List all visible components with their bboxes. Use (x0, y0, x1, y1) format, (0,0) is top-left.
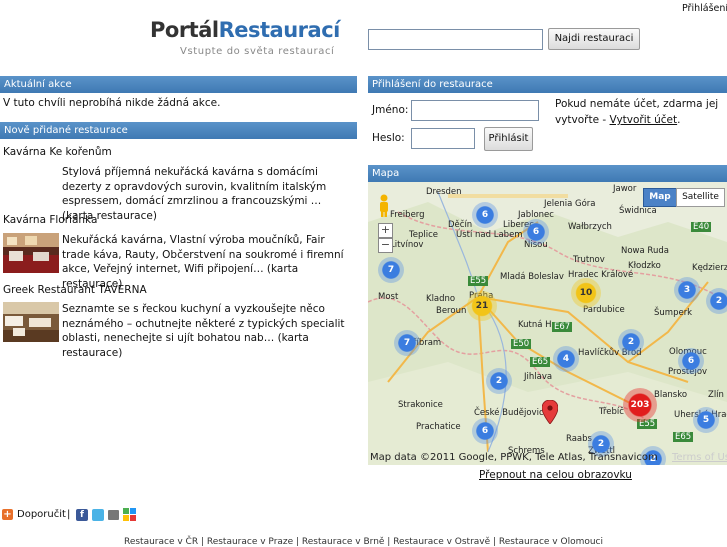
facebook-icon[interactable]: f (76, 509, 88, 521)
map-cluster-marker[interactable]: 6 (523, 219, 549, 245)
map-city-label: Prachatice (416, 422, 461, 432)
map-type-satellite-button[interactable]: Satellite (676, 188, 725, 207)
recommend-icon[interactable]: + (2, 509, 13, 520)
print-icon[interactable] (108, 510, 119, 520)
map-city-label: Zlín (708, 390, 724, 400)
map-cluster-marker[interactable]: 2 (618, 329, 644, 355)
map-city-label: Jawor (613, 184, 637, 194)
map-city-label: Świdnica (619, 206, 657, 216)
create-account-link[interactable]: Vytvořit účet (610, 114, 678, 126)
map-road-label: E55 (468, 276, 489, 286)
recommend-link[interactable]: Doporučit (17, 509, 66, 520)
map-city-label: Wałbrzych (568, 222, 612, 232)
twitter-icon[interactable] (92, 509, 104, 521)
map-cluster-marker[interactable]: 203 (623, 388, 657, 422)
map-city-label: Dresden (426, 187, 462, 197)
map-attribution: Map data ©2011 Google, PPWK, Tele Atlas,… (370, 452, 658, 463)
username-input[interactable] (411, 100, 539, 121)
footer-city-links[interactable]: Restaurace v ČR | Restaurace v Praze | R… (0, 537, 727, 547)
name-label: Jméno: (372, 104, 409, 116)
bookmark-icon[interactable] (123, 508, 137, 521)
map-pin-icon[interactable] (542, 400, 558, 424)
map-city-label: Hradec Králové (568, 270, 634, 280)
zoom-out-icon[interactable]: − (378, 238, 393, 253)
logo-text-part2: Restaurací (218, 18, 341, 42)
footer-separator: | (67, 509, 71, 520)
map-city-label: Jihlava (524, 372, 553, 382)
map-canvas[interactable]: Dresden Jelenia Góra Jawor Wałbrzych Świ… (368, 182, 727, 465)
login-header: Přihlášení do restaurace (368, 76, 727, 93)
map-city-label: Mladá Boleslav (500, 272, 564, 282)
fullscreen-link[interactable]: Přepnout na celou obrazovku (479, 469, 632, 481)
search-input[interactable] (368, 29, 543, 50)
password-label: Heslo: (372, 132, 405, 144)
register-info: Pokud nemáte účet, zdarma jej vytvořte -… (555, 96, 725, 128)
password-input[interactable] (411, 128, 475, 149)
map-road-label: E65 (673, 432, 694, 442)
map-city-label: Ústí nad Labem (456, 230, 523, 240)
restaurant-description-text: Stylová příjemná nekuřácká kavárna s dom… (62, 166, 327, 207)
map-road-label: E50 (511, 339, 532, 349)
map-city-label: Blansko (654, 390, 688, 400)
map-header: Mapa (368, 165, 727, 182)
logo[interactable]: PortálRestaurací (150, 18, 340, 42)
restaurant-description: Stylová příjemná nekuřácká kavárna s dom… (62, 165, 354, 223)
pegman-icon[interactable] (377, 194, 391, 218)
map-cluster-marker[interactable]: 7 (378, 257, 404, 283)
map-city-label: Most (378, 292, 399, 302)
map-terms-link[interactable]: Terms of Use (672, 452, 727, 463)
map-cluster-marker[interactable]: 6 (678, 348, 704, 374)
map-type-map-button[interactable]: Map (643, 188, 677, 207)
map-city-label: Šumperk (654, 308, 693, 318)
map-cluster-marker[interactable]: 2 (706, 288, 727, 314)
map-cluster-marker[interactable]: 7 (394, 330, 420, 356)
map-road-label: E40 (691, 222, 712, 232)
register-info-end: . (677, 114, 681, 126)
map-cluster-marker[interactable]: 10 (571, 278, 601, 308)
map-city-label: Nowa Ruda (621, 246, 669, 256)
map-cluster-marker[interactable]: 6 (472, 202, 498, 228)
restaurant-description: Nekuřácká kavárna, Vlastní výroba mouční… (62, 233, 354, 291)
map-cluster-marker[interactable]: 3 (674, 277, 700, 303)
map-city-label: Kędzierzyn (692, 263, 727, 273)
zoom-in-icon[interactable]: + (378, 223, 393, 238)
map-cluster-marker[interactable]: 4 (553, 346, 579, 372)
search-button[interactable]: Najdi restauraci (548, 28, 640, 50)
restaurant-name-link[interactable]: Kavárna Floriánka (3, 214, 97, 226)
map-city-label: Jelenia Góra (544, 199, 596, 209)
restaurant-photo[interactable] (3, 302, 59, 342)
map-cluster-marker[interactable]: 6 (472, 418, 498, 444)
map-city-label: České Budějovice (474, 408, 549, 418)
map-cluster-marker[interactable]: 2 (486, 368, 512, 394)
map-city-label: Trutnov (573, 255, 605, 265)
restaurant-name-link[interactable]: Kavárna Ke kořenům (3, 146, 112, 158)
map-city-label: Freiberg (390, 210, 425, 220)
map-road-label: E65 (530, 357, 551, 367)
map-city-label: Beroun (436, 306, 467, 316)
map-city-label: Strakonice (398, 400, 443, 410)
map-city-label: Teplice (409, 230, 438, 240)
restaurant-photo[interactable] (3, 233, 59, 273)
tagline: Vstupte do světa restaurací (180, 46, 335, 57)
logo-text-part1: Portál (150, 18, 219, 42)
map-city-label: Kladno (426, 294, 456, 304)
map-city-label: Třebíč (599, 407, 624, 417)
login-button[interactable]: Přihlásit (484, 127, 533, 151)
restaurant-description-text: Nekuřácká kavárna, Vlastní výroba mouční… (62, 234, 344, 275)
new-restaurants-header: Nově přidané restaurace (0, 122, 357, 139)
login-link[interactable]: Přihlášení (682, 3, 727, 14)
restaurant-description: Seznamte se s řeckou kuchyní a vyzkoušej… (62, 302, 354, 360)
map-road-label: E67 (552, 322, 573, 332)
map-cluster-marker[interactable]: 21 (467, 291, 497, 321)
map-city-label: Litvínov (390, 240, 424, 250)
actions-header: Aktuální akce (0, 76, 357, 93)
restaurant-name-link[interactable]: Greek Restaurant TAVERNA (3, 284, 147, 296)
map-city-label: Děčín (448, 220, 473, 230)
map-cluster-marker[interactable]: 5 (693, 407, 719, 433)
actions-text: V tuto chvíli neprobíhá nikde žádná akce… (3, 97, 221, 109)
